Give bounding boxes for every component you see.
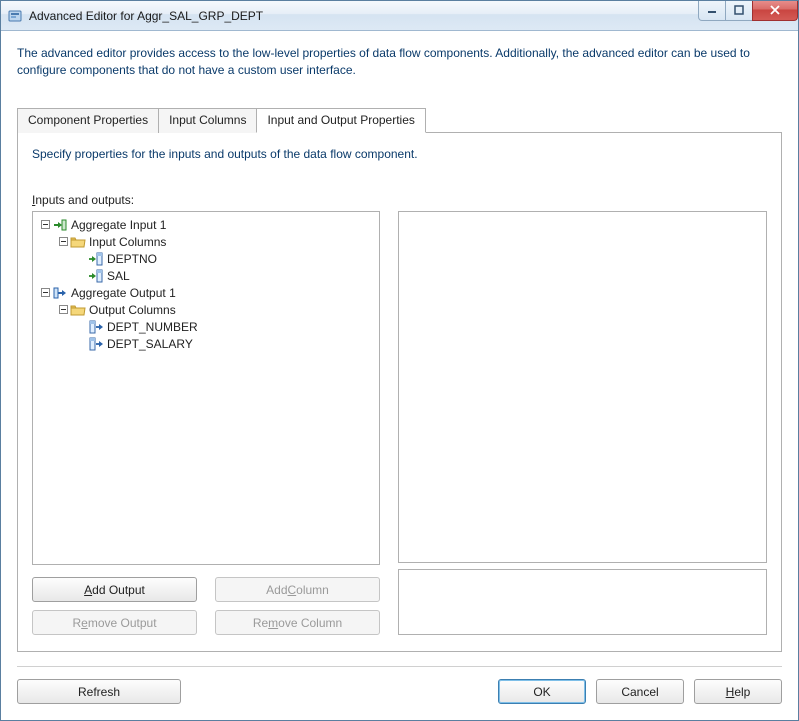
column-buttons: Add Output Add Column Remove Output Remo… [32,577,380,635]
tree-node-output-columns-folder[interactable]: Output Columns [35,302,377,318]
column-out-icon [88,336,104,352]
remove-column-button: Remove Column [215,610,380,635]
tree-node-input-root[interactable]: Aggregate Input 1 [35,217,377,233]
help-button[interactable]: Help [694,679,782,704]
tab-io-properties[interactable]: Input and Output Properties [256,108,425,133]
close-button[interactable] [752,1,798,21]
tree-node-column[interactable]: DEPTNO [35,251,377,267]
ok-button[interactable]: OK [498,679,586,704]
add-column-button: Add Column [215,577,380,602]
property-grid[interactable] [398,211,767,563]
input-icon [52,217,68,233]
titlebar: Advanced Editor for Aggr_SAL_GRP_DEPT [1,1,798,31]
tree-node-output-root[interactable]: Aggregate Output 1 [35,285,377,301]
property-description [398,569,767,635]
collapse-icon[interactable] [39,287,51,299]
content-area: The advanced editor provides access to t… [1,31,798,652]
column-in-icon [88,251,104,267]
tab-strip: Component Properties Input Columns Input… [17,107,782,133]
refresh-button[interactable]: Refresh [17,679,181,704]
column-out-icon [88,319,104,335]
minimize-button[interactable] [698,1,726,21]
panel-instruction: Specify properties for the inputs and ou… [32,147,767,161]
dialog-window: Advanced Editor for Aggr_SAL_GRP_DEPT Th… [0,0,799,721]
tree-label: Output Columns [89,303,176,317]
io-tree[interactable]: Aggregate Input 1 [32,211,380,565]
two-column-layout: Aggregate Input 1 [32,211,767,635]
app-icon [7,8,23,24]
folder-open-icon [70,302,86,318]
tree-node-input-columns-folder[interactable]: Input Columns [35,234,377,250]
tree-label: DEPT_NUMBER [107,320,198,334]
tree-label: Aggregate Output 1 [71,286,176,300]
tree-node-column[interactable]: DEPT_NUMBER [35,319,377,335]
tab-panel: Specify properties for the inputs and ou… [17,133,782,652]
tree-label: DEPT_SALARY [107,337,193,351]
window-title: Advanced Editor for Aggr_SAL_GRP_DEPT [29,9,699,23]
description-text: The advanced editor provides access to t… [17,45,782,79]
collapse-icon[interactable] [57,236,69,248]
right-column [398,211,767,635]
tab-input-columns[interactable]: Input Columns [158,108,257,133]
tree-node-column[interactable]: DEPT_SALARY [35,336,377,352]
output-icon [52,285,68,301]
dialog-footer: Refresh OK Cancel Help [1,667,798,720]
cancel-button[interactable]: Cancel [596,679,684,704]
collapse-icon[interactable] [57,304,69,316]
tree-label: SAL [107,269,130,283]
collapse-icon[interactable] [39,219,51,231]
tree-label: DEPTNO [107,252,157,266]
remove-output-button: Remove Output [32,610,197,635]
tree-label: Aggregate Input 1 [71,218,166,232]
column-in-icon [88,268,104,284]
tree-node-column[interactable]: SAL [35,268,377,284]
left-column: Aggregate Input 1 [32,211,380,635]
folder-open-icon [70,234,86,250]
tree-label: Input Columns [89,235,166,249]
window-controls [699,1,798,21]
io-label: Inputs and outputs: [32,193,767,207]
maximize-button[interactable] [725,1,753,21]
tab-component-properties[interactable]: Component Properties [17,108,159,133]
add-output-button[interactable]: Add Output [32,577,197,602]
